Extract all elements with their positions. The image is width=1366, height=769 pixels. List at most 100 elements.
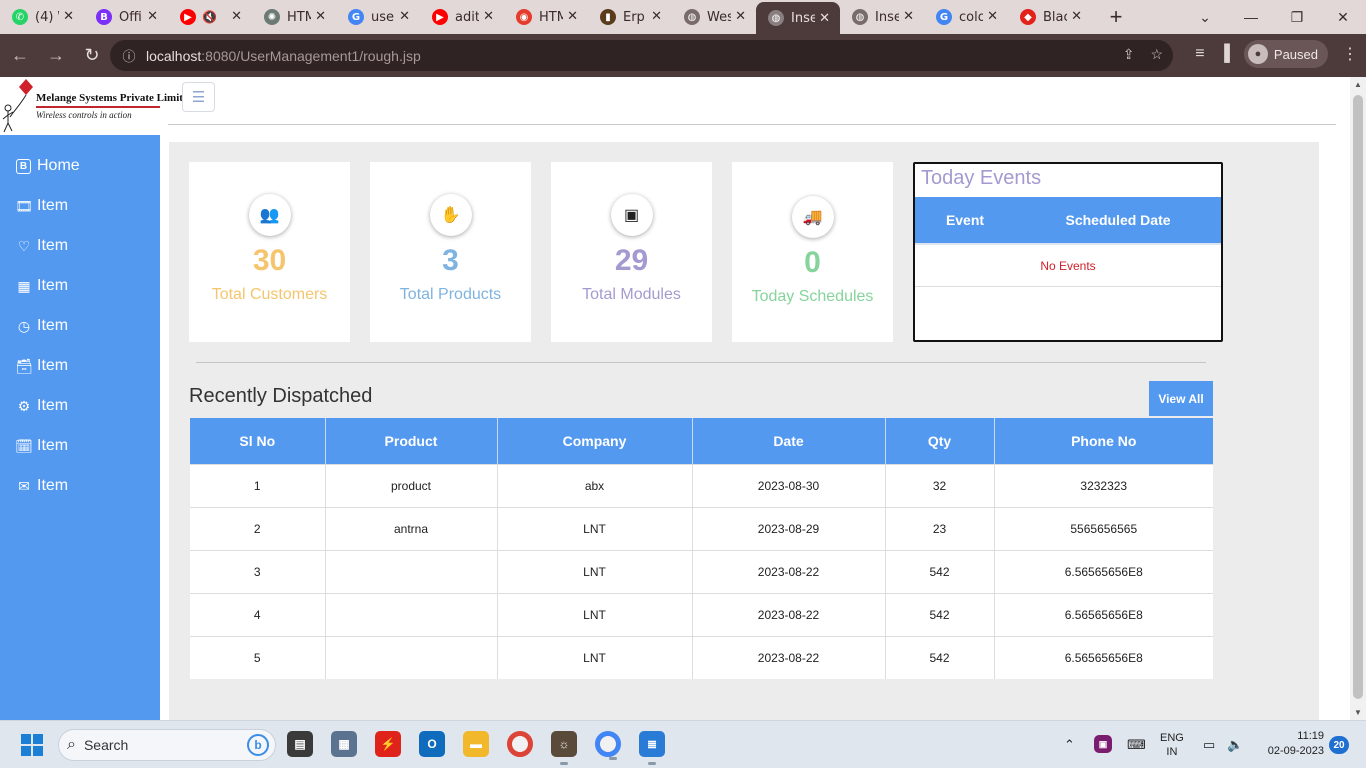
page-scrollbar[interactable]: ▲ ▼ (1350, 77, 1366, 720)
back-icon[interactable]: ← (4, 40, 36, 72)
sidebar-item-item-1[interactable]: 🎞 Item (0, 186, 160, 226)
taskbar-clock[interactable]: 11:19 02-09-2023 (1258, 729, 1324, 759)
bing-icon[interactable]: b (247, 734, 269, 756)
mute-tab-icon[interactable]: 🔇 (202, 10, 217, 24)
table-cell: 2023-08-22 (692, 635, 886, 679)
browser-tab[interactable]: ▶ adit ✕ (420, 0, 504, 34)
sidebar-item-label: Item (37, 397, 69, 414)
browser-tab[interactable]: ◍ Inse ✕ (756, 2, 840, 34)
close-tab-icon[interactable]: ✕ (987, 9, 998, 24)
restore-button[interactable]: ❐ (1274, 0, 1320, 34)
share-icon[interactable]: ⇪ (1123, 46, 1135, 63)
close-tab-icon[interactable]: ✕ (651, 9, 662, 24)
task-view-icon[interactable]: ▤ (287, 731, 313, 757)
close-tab-icon[interactable]: ✕ (315, 9, 326, 24)
sidebar-item-item-5[interactable]: 🗃 Item (0, 346, 160, 386)
chrome-icon[interactable] (507, 731, 533, 757)
browser-tab[interactable]: ◍ Inse ✕ (840, 0, 924, 34)
browser-tab[interactable]: ✺ HTM ✕ (252, 0, 336, 34)
sidebar-item-item-3[interactable]: ▦ Item (0, 266, 160, 306)
keyboard-icon[interactable]: ⌨ (1127, 721, 1146, 769)
table-cell (325, 635, 498, 679)
sidebar-item-item-6[interactable]: ⚙ Item (0, 386, 160, 426)
close-tab-icon[interactable]: ✕ (483, 9, 494, 24)
youtube-icon: ▶ (180, 9, 196, 25)
acrobat-icon[interactable]: ⚡ (375, 731, 401, 757)
windows-start-icon[interactable] (21, 734, 43, 756)
notepad-icon[interactable]: ≣ (639, 731, 665, 765)
close-tab-icon[interactable]: ✕ (819, 11, 830, 26)
taskbar-search[interactable]: ⌕ Search b (58, 729, 276, 761)
forward-icon[interactable]: → (40, 40, 72, 72)
bookmark-star-icon[interactable]: ☆ (1150, 46, 1163, 63)
language-indicator[interactable]: ENG IN (1160, 731, 1184, 759)
table-cell: LNT (497, 592, 693, 636)
google-icon: G (936, 9, 952, 25)
close-tab-icon[interactable]: ✕ (399, 9, 410, 24)
globe-icon: ◍ (768, 10, 784, 26)
reload-icon[interactable]: ↻ (76, 40, 108, 72)
table-cell (325, 549, 498, 593)
table-cell: 6.56565656E8 (994, 549, 1213, 593)
side-panel-icon[interactable]: ▐ (1219, 45, 1230, 63)
tray-app-icon[interactable]: ▣ (1094, 735, 1112, 753)
close-tab-icon[interactable]: ✕ (147, 9, 158, 24)
clock-date: 02-09-2023 (1267, 745, 1324, 757)
scroll-down-icon[interactable]: ▼ (1350, 708, 1366, 717)
outlook-icon[interactable]: O (419, 731, 445, 757)
profile-button[interactable]: ● Paused (1243, 40, 1328, 68)
chrome-profile-icon[interactable] (595, 731, 621, 760)
browser-tab[interactable]: ◆ Blac ✕ (1008, 0, 1092, 34)
table-cell: 2023-08-22 (692, 549, 886, 593)
view-all-button[interactable]: View All (1149, 381, 1213, 416)
company-logo[interactable]: Melange Systems Private Limited Wireless… (0, 77, 194, 135)
browser-tab[interactable]: Gcolo ✕ (924, 0, 1008, 34)
heart-icon: ♡ (17, 237, 31, 254)
browser-tab[interactable]: ◉ HTM ✕ (504, 0, 588, 34)
show-hidden-icons[interactable]: ⌃ (1064, 721, 1075, 769)
scroll-up-icon[interactable]: ▲ (1350, 80, 1366, 89)
close-tab-icon[interactable]: ✕ (1071, 9, 1082, 24)
hamburger-menu-button[interactable]: ☰ (182, 82, 215, 112)
sidebar-item-item-4[interactable]: ◷ Item (0, 306, 160, 346)
close-tab-icon[interactable]: ✕ (63, 9, 74, 24)
sidebar-item-item-8[interactable]: ✉ Item (0, 466, 160, 506)
file-explorer-icon[interactable]: ▬ (463, 731, 489, 757)
address-bar[interactable]: ⓘ localhost:8080/UserManagement1/rough.j… (110, 40, 1173, 71)
tab-search-icon[interactable]: ⌄ (1182, 0, 1228, 34)
notification-badge[interactable]: 20 (1329, 736, 1349, 754)
sidebar-item-home[interactable]: B Home (0, 146, 160, 186)
tab-title: HTM (539, 9, 563, 25)
stat-label: Total Customers (211, 286, 328, 303)
browser-tab[interactable]: ◍ Wes ✕ (672, 0, 756, 34)
browser-tab[interactable]: ▮ Erp ✕ (588, 0, 672, 34)
table-row: 5 LNT 2023-08-22 542 6.56565656E8 (190, 635, 1213, 679)
stat-card: 👥 30 Total Customers (189, 162, 350, 342)
browser-tab[interactable]: B Offi ✕ (84, 0, 168, 34)
close-window-button[interactable]: ✕ (1320, 0, 1366, 34)
scrollbar-thumb[interactable] (1353, 95, 1363, 699)
menu-kebab-icon[interactable]: ⋮ (1342, 44, 1358, 64)
new-tab-button[interactable]: + (1096, 0, 1136, 34)
sidebar-item-label: Item (37, 237, 69, 254)
close-tab-icon[interactable]: ✕ (567, 9, 578, 24)
table-row: 3 LNT 2023-08-22 542 6.56565656E8 (190, 549, 1213, 593)
close-tab-icon[interactable]: ✕ (231, 9, 242, 24)
browser-tab[interactable]: ✆ (4) W ✕ (0, 0, 84, 34)
minimize-button[interactable]: — (1228, 0, 1274, 34)
volume-icon[interactable]: 🔈 (1227, 721, 1243, 769)
media-queue-icon[interactable]: ≡ (1195, 45, 1204, 63)
url-text[interactable]: localhost:8080/UserManagement1/rough.jsp (146, 48, 421, 64)
sidebar-item-item-7[interactable]: 🗓 Item (0, 426, 160, 466)
tab-title: (4) W (35, 9, 59, 25)
sidebar-item-item-2[interactable]: ♡ Item (0, 226, 160, 266)
calculator-icon[interactable]: ▦ (331, 731, 357, 757)
eclipse-icon[interactable]: ☼ (551, 731, 577, 765)
events-col-date: Scheduled Date (1065, 212, 1171, 228)
close-tab-icon[interactable]: ✕ (903, 9, 914, 24)
browser-tab[interactable]: ▶ 🔇 ✕ (168, 0, 252, 34)
browser-tab[interactable]: Guser ✕ (336, 0, 420, 34)
close-tab-icon[interactable]: ✕ (735, 9, 746, 24)
network-icon[interactable]: ▭ (1203, 721, 1215, 769)
site-info-icon[interactable]: ⓘ (114, 46, 144, 65)
